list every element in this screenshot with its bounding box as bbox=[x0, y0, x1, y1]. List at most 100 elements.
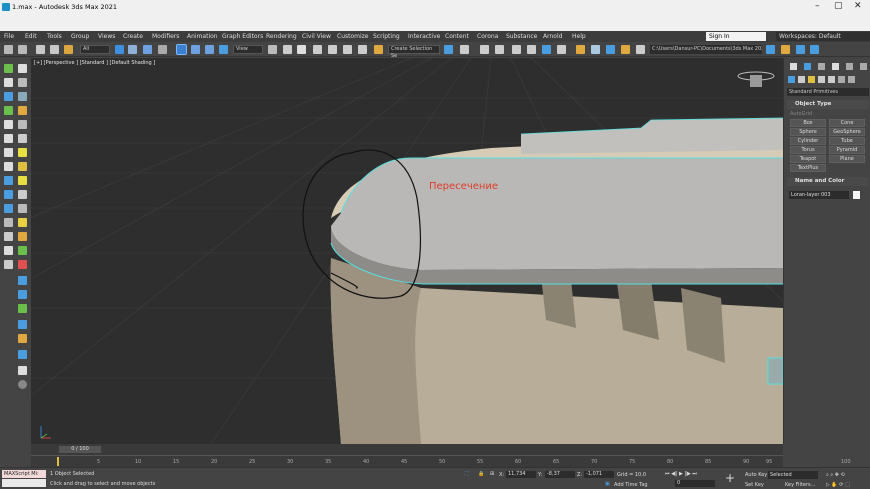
toggle-layer-explorer-icon[interactable] bbox=[495, 45, 504, 54]
render-sphere-icon[interactable] bbox=[18, 320, 27, 329]
auto-key-button[interactable]: Auto Key bbox=[745, 472, 767, 478]
edit-named-selection-icon[interactable] bbox=[374, 45, 383, 54]
scale-icon[interactable] bbox=[205, 45, 214, 54]
selection-filter-dropdown[interactable]: All bbox=[80, 45, 110, 54]
keyboard-shortcut-icon[interactable] bbox=[297, 45, 306, 54]
modify-tab-icon[interactable] bbox=[804, 63, 811, 70]
autogrid-checkbox[interactable]: AutoGrid bbox=[790, 111, 812, 117]
lights-subtab-icon[interactable] bbox=[808, 76, 815, 83]
box-button[interactable]: Box bbox=[790, 119, 826, 127]
link-node-icon[interactable] bbox=[4, 246, 13, 255]
menu-graph-editors[interactable]: Graph Editors bbox=[222, 33, 263, 40]
textplus-button[interactable]: TextPlus bbox=[790, 164, 826, 172]
box-icon[interactable] bbox=[4, 148, 13, 157]
hierarchy-tab-icon[interactable] bbox=[818, 63, 825, 70]
undo-icon[interactable] bbox=[4, 45, 13, 54]
maximize-button[interactable]: ▢ bbox=[834, 1, 843, 11]
grid-icon[interactable] bbox=[18, 92, 27, 101]
teapot-button[interactable]: Teapot bbox=[790, 155, 826, 163]
utilities-tab-icon[interactable] bbox=[860, 63, 867, 70]
select-manipulate-icon[interactable] bbox=[283, 45, 292, 54]
display-tab-icon[interactable] bbox=[846, 63, 853, 70]
lightbulb-icon[interactable] bbox=[18, 148, 27, 157]
redo-icon[interactable] bbox=[18, 45, 27, 54]
percent-snap-icon[interactable] bbox=[343, 45, 352, 54]
create-tab-icon[interactable] bbox=[790, 63, 797, 70]
project-folder-icon[interactable] bbox=[766, 45, 775, 54]
close-button[interactable]: ✕ bbox=[854, 1, 862, 11]
menu-group[interactable]: Group bbox=[71, 33, 89, 40]
motion-tab-icon[interactable] bbox=[832, 63, 839, 70]
link-icon[interactable] bbox=[36, 45, 45, 54]
menu-arnold[interactable]: Arnold bbox=[543, 33, 562, 40]
sphere-button[interactable]: Sphere bbox=[790, 128, 826, 136]
rendered-frame-icon[interactable] bbox=[591, 45, 600, 54]
time-cursor[interactable] bbox=[57, 457, 59, 466]
torus-button[interactable]: Torus bbox=[790, 146, 826, 154]
named-selection-dropdown[interactable]: Create Selection Se bbox=[388, 45, 440, 59]
set-key-button[interactable]: Set Key bbox=[745, 482, 764, 488]
absolute-mode-icon[interactable]: ⊞ bbox=[490, 471, 494, 477]
menu-rendering[interactable]: Rendering bbox=[266, 33, 297, 40]
eye-icon[interactable] bbox=[18, 190, 27, 199]
material-editor-icon[interactable] bbox=[557, 45, 566, 54]
playback-controls[interactable]: ⏮ ◀‖ ▶ ‖▶ ⏭ bbox=[665, 471, 697, 477]
cone-icon[interactable] bbox=[18, 204, 27, 213]
systems-icon[interactable] bbox=[4, 120, 13, 129]
menu-civil-view[interactable]: Civil View bbox=[302, 33, 331, 40]
curve-editor-icon[interactable] bbox=[527, 45, 536, 54]
menu-scripting[interactable]: Scripting bbox=[373, 33, 400, 40]
key-mode-icon[interactable]: + bbox=[725, 471, 735, 485]
systems-subtab-icon[interactable] bbox=[848, 76, 855, 83]
name-color-rollout[interactable]: Name and Color bbox=[787, 177, 869, 186]
shape-icon[interactable] bbox=[18, 78, 27, 87]
torus-icon[interactable] bbox=[4, 162, 13, 171]
rig-icon[interactable] bbox=[18, 366, 27, 375]
menu-interactive[interactable]: Interactive bbox=[408, 33, 440, 40]
object-color-swatch[interactable] bbox=[853, 191, 860, 199]
schematic-view-icon[interactable] bbox=[542, 45, 551, 54]
dome-icon[interactable] bbox=[18, 162, 27, 171]
menu-corona[interactable]: Corona bbox=[477, 33, 498, 40]
rotate-icon[interactable] bbox=[191, 45, 200, 54]
cone-button[interactable]: Cone bbox=[829, 119, 865, 127]
bind-space-warp-icon[interactable] bbox=[64, 45, 73, 54]
ball-icon[interactable] bbox=[18, 350, 27, 359]
dots-icon[interactable] bbox=[18, 334, 27, 343]
target-icon[interactable] bbox=[4, 176, 13, 185]
maxscript-output[interactable] bbox=[2, 479, 46, 487]
maxscript-listener[interactable]: MAXScript Mi: bbox=[2, 470, 46, 478]
rectangular-selection-icon[interactable] bbox=[143, 45, 152, 54]
render-setup-icon[interactable] bbox=[576, 45, 585, 54]
asset-tracking-icon[interactable] bbox=[810, 45, 819, 54]
sphere-icon[interactable] bbox=[18, 290, 27, 299]
scene-converter-icon[interactable] bbox=[796, 45, 805, 54]
z-coordinate[interactable]: -1,071 bbox=[584, 471, 614, 478]
menu-tools[interactable]: Tools bbox=[47, 33, 62, 40]
geometry-subtab-icon[interactable] bbox=[788, 76, 795, 83]
y-coordinate[interactable]: -8,37 bbox=[545, 471, 575, 478]
menu-views[interactable]: Views bbox=[98, 33, 115, 40]
unlink-icon[interactable] bbox=[50, 45, 59, 54]
space-warp-icon[interactable] bbox=[18, 106, 27, 115]
scene-icon[interactable] bbox=[18, 276, 27, 285]
object-type-rollout[interactable]: Object Type bbox=[787, 100, 869, 109]
menu-substance[interactable]: Substance bbox=[506, 33, 537, 40]
paint-icon[interactable] bbox=[18, 260, 27, 269]
particle-icon[interactable] bbox=[4, 106, 13, 115]
material-icon[interactable] bbox=[18, 232, 27, 241]
select-by-name-icon[interactable] bbox=[128, 45, 137, 54]
cylinder-button[interactable]: Cylinder bbox=[790, 137, 826, 145]
menu-file[interactable]: File bbox=[4, 33, 14, 40]
camera-icon[interactable] bbox=[18, 64, 27, 73]
menu-help[interactable]: Help bbox=[572, 33, 586, 40]
zoom-icon[interactable]: ⌕ ⌕ ✥ ⟲ bbox=[826, 472, 845, 478]
isolate-icon[interactable]: ⛶ bbox=[465, 471, 469, 477]
time-slider-frame[interactable]: 0 / 100 bbox=[59, 446, 101, 453]
helpers-subtab-icon[interactable] bbox=[828, 76, 835, 83]
teapot-icon[interactable] bbox=[4, 218, 13, 227]
viewport-label[interactable]: [+] [Perspective ] [Standard ] [Default … bbox=[34, 60, 155, 66]
mirror-icon[interactable] bbox=[444, 45, 453, 54]
window-crossing-icon[interactable] bbox=[158, 45, 167, 54]
helper-icon[interactable] bbox=[4, 78, 13, 87]
